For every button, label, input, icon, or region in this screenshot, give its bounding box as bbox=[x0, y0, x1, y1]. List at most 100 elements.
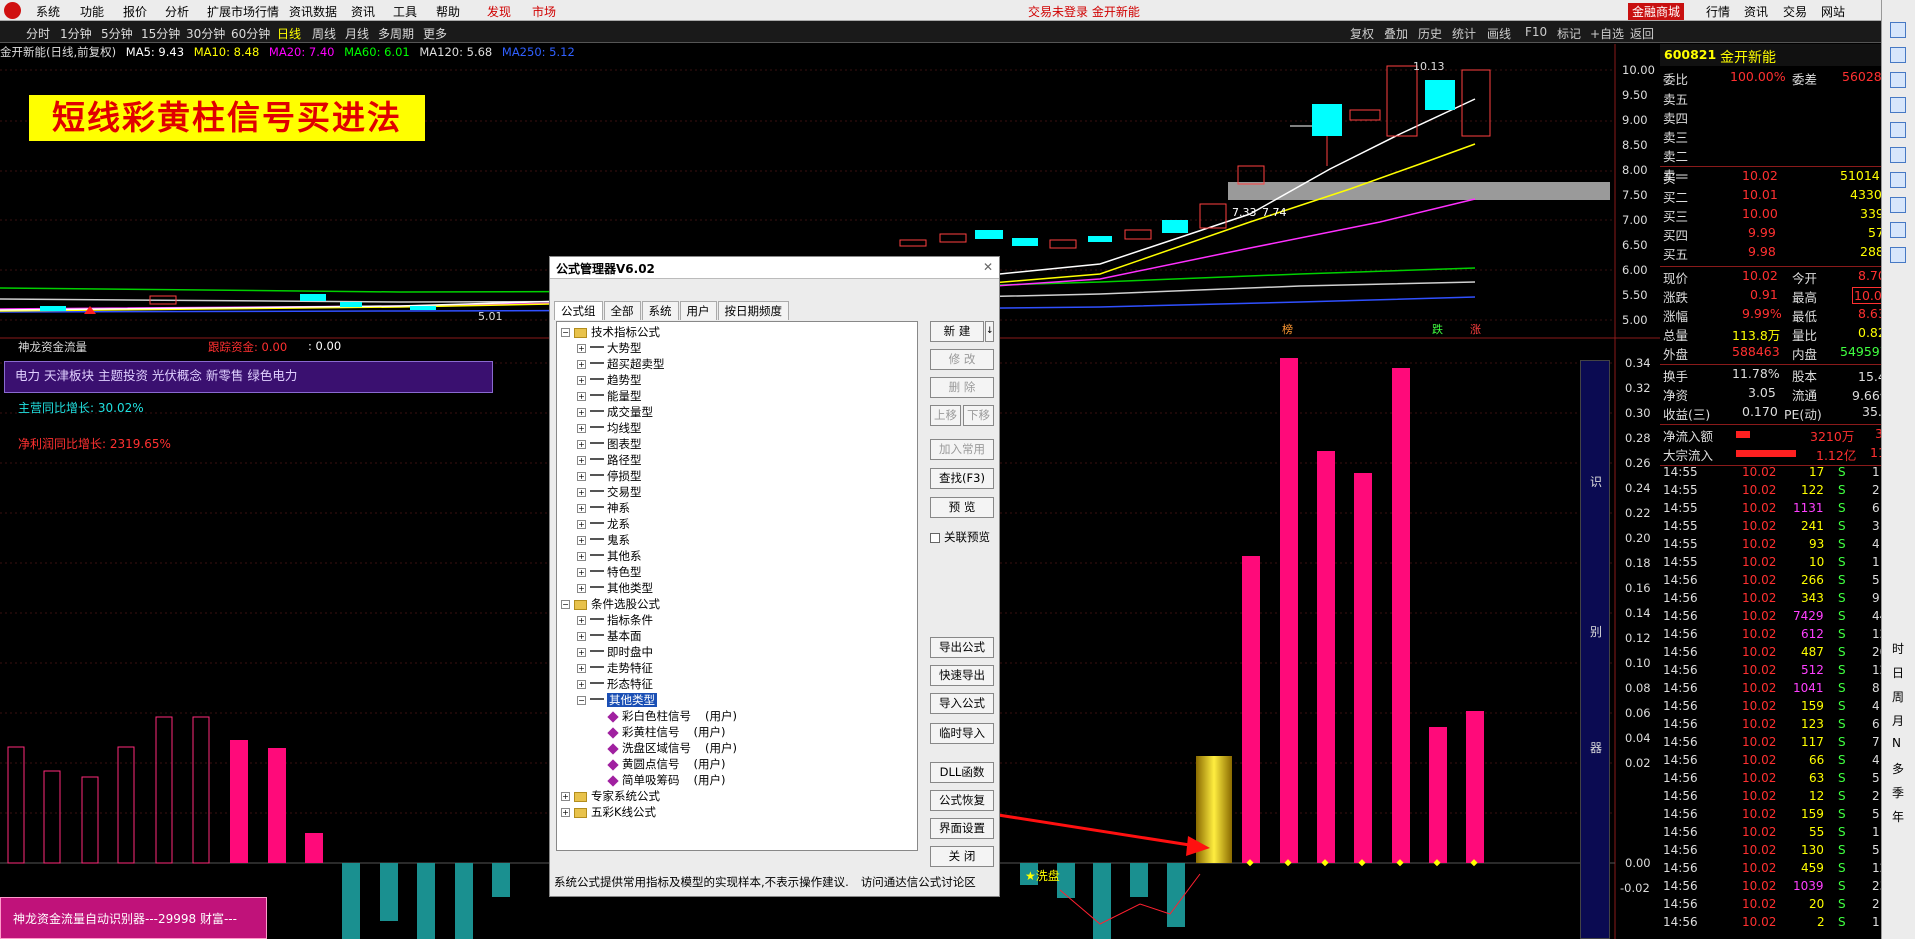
tree-item[interactable]: + 其他系 bbox=[577, 548, 642, 564]
toolbar-icon[interactable] bbox=[1890, 172, 1906, 188]
move-up-button[interactable]: 上移 bbox=[930, 405, 961, 426]
formula-tree[interactable]: − 技术指标公式 + 大势型 + 超买超卖型 + 趋势型 + 能量型 + 成交量型 + 均线型… bbox=[556, 321, 918, 851]
tree-item[interactable]: + 指标条件 bbox=[577, 612, 653, 628]
dll-button[interactable]: DLL函数 bbox=[930, 762, 994, 783]
btn-f10[interactable]: F10 bbox=[1525, 25, 1547, 39]
tab-30min[interactable]: 30分钟 bbox=[186, 25, 225, 42]
tree-item[interactable]: + 停损型 bbox=[577, 468, 642, 484]
menu-market[interactable]: 市场 bbox=[532, 3, 556, 20]
tree-item[interactable]: + 能量型 bbox=[577, 388, 642, 404]
menu-info-data[interactable]: 资讯数据 bbox=[289, 3, 337, 20]
toolbar-icon[interactable] bbox=[1890, 97, 1906, 113]
login-status[interactable]: 交易未登录 金开新能 bbox=[1028, 3, 1140, 20]
toolbar-icon[interactable] bbox=[1890, 247, 1906, 263]
tree-item[interactable]: + 超买超卖型 bbox=[577, 356, 665, 372]
find-button[interactable]: 查找(F3) bbox=[930, 468, 994, 489]
period-shortcut[interactable]: 月 bbox=[1892, 712, 1904, 729]
tree-item[interactable]: + 形态特征 bbox=[577, 676, 653, 692]
toolbar-icon[interactable] bbox=[1890, 122, 1906, 138]
close-icon[interactable]: ✕ bbox=[983, 260, 993, 274]
tab-more[interactable]: 更多 bbox=[423, 25, 447, 42]
tree-item[interactable]: + 图表型 bbox=[577, 436, 642, 452]
tree-item[interactable]: + 大势型 bbox=[577, 340, 642, 356]
tab-5min[interactable]: 5分钟 bbox=[101, 25, 133, 42]
tab-60min[interactable]: 60分钟 bbox=[231, 25, 270, 42]
period-shortcut[interactable]: 年 bbox=[1892, 808, 1904, 825]
btn-stats[interactable]: 统计 bbox=[1452, 25, 1476, 42]
toolbar-icon[interactable] bbox=[1890, 197, 1906, 213]
tree-group-kline[interactable]: + 五彩K线公式 bbox=[561, 804, 656, 820]
period-shortcut[interactable]: 周 bbox=[1892, 688, 1904, 705]
tree-item[interactable]: + 趋势型 bbox=[577, 372, 642, 388]
restore-button[interactable]: 公式恢复 bbox=[930, 790, 994, 811]
link-preview-checkbox[interactable]: 关联预览 bbox=[930, 529, 990, 545]
tab-formula-group[interactable]: 公式组 bbox=[554, 301, 603, 320]
menu-system[interactable]: 系统 bbox=[36, 3, 60, 20]
tab-1min[interactable]: 1分钟 bbox=[60, 25, 92, 42]
tab-monthly[interactable]: 月线 bbox=[345, 25, 369, 42]
tree-item[interactable]: + 均线型 bbox=[577, 420, 642, 436]
formula-item[interactable]: 彩白色柱信号 (用户) bbox=[607, 708, 737, 724]
tree-item[interactable]: + 交易型 bbox=[577, 484, 642, 500]
formula-manager-dialog[interactable]: 公式管理器V6.02 ✕ 公式组 全部 系统 用户 按日期频度 − 技术指标公式 + 大势型… bbox=[549, 256, 1000, 897]
new-button[interactable]: 新 建 bbox=[930, 321, 984, 342]
tree-item[interactable]: + 成交量型 bbox=[577, 404, 653, 420]
tab-user[interactable]: 用户 bbox=[679, 301, 717, 320]
modify-button[interactable]: 修 改 bbox=[930, 349, 994, 370]
nav-quote[interactable]: 行情 bbox=[1706, 3, 1730, 20]
tree-group-tech[interactable]: − 技术指标公式 bbox=[561, 324, 660, 340]
formula-item[interactable]: 洗盘区域信号 (用户) bbox=[607, 740, 737, 756]
btn-back[interactable]: 返回 bbox=[1630, 25, 1654, 42]
preview-button[interactable]: 预 览 bbox=[930, 497, 994, 518]
delete-button[interactable]: 删 除 bbox=[930, 377, 994, 398]
period-shortcut[interactable]: 多 bbox=[1892, 760, 1904, 777]
toolbar-icon[interactable] bbox=[1890, 22, 1906, 38]
tree-item[interactable]: + 特色型 bbox=[577, 564, 642, 580]
menu-ext-market[interactable]: 扩展市场行情 bbox=[207, 3, 279, 20]
toolbar-icon[interactable] bbox=[1890, 147, 1906, 163]
btn-adjust[interactable]: 复权 bbox=[1350, 25, 1374, 42]
tab-by-date[interactable]: 按日期频度 bbox=[717, 301, 789, 320]
fast-export-button[interactable]: 快速导出 bbox=[930, 665, 994, 686]
tree-item[interactable]: + 其他类型 bbox=[577, 580, 653, 596]
nav-info[interactable]: 资讯 bbox=[1744, 3, 1768, 20]
tree-item[interactable]: + 路径型 bbox=[577, 452, 642, 468]
tree-item[interactable]: + 走势特征 bbox=[577, 660, 653, 676]
tab-intraday[interactable]: 分时 bbox=[26, 25, 50, 42]
btn-mark[interactable]: 标记 bbox=[1557, 25, 1581, 42]
temp-import-button[interactable]: 临时导入 bbox=[930, 723, 994, 744]
period-shortcut[interactable]: N bbox=[1892, 736, 1901, 750]
tab-all[interactable]: 全部 bbox=[603, 301, 641, 320]
tree-item[interactable]: + 即时盘中 bbox=[577, 644, 653, 660]
btn-history[interactable]: 历史 bbox=[1418, 25, 1442, 42]
btn-draw[interactable]: 画线 bbox=[1487, 25, 1511, 42]
menu-info[interactable]: 资讯 bbox=[351, 3, 375, 20]
new-dropdown-icon[interactable]: ↓ bbox=[985, 321, 994, 342]
btn-overlay[interactable]: 叠加 bbox=[1384, 25, 1408, 42]
toolbar-icon[interactable] bbox=[1890, 222, 1906, 238]
menu-function[interactable]: 功能 bbox=[80, 3, 104, 20]
tab-system[interactable]: 系统 bbox=[641, 301, 679, 320]
add-favorite-button[interactable]: 加入常用 bbox=[930, 439, 994, 460]
tab-weekly[interactable]: 周线 bbox=[312, 25, 336, 42]
period-shortcut[interactable]: 季 bbox=[1892, 784, 1904, 801]
toolbar-icon[interactable] bbox=[1890, 72, 1906, 88]
tree-group-expert[interactable]: + 专家系统公式 bbox=[561, 788, 660, 804]
mall-link[interactable]: 金融商城 bbox=[1628, 3, 1685, 20]
formula-item[interactable]: 简单吸筹码 (用户) bbox=[607, 772, 725, 788]
tree-item[interactable]: + 龙系 bbox=[577, 516, 630, 532]
tab-daily[interactable]: 日线 bbox=[277, 25, 301, 42]
tree-item[interactable]: + 鬼系 bbox=[577, 532, 630, 548]
tab-15min[interactable]: 15分钟 bbox=[141, 25, 180, 42]
nav-trade[interactable]: 交易 bbox=[1783, 3, 1807, 20]
export-button[interactable]: 导出公式 bbox=[930, 637, 994, 658]
forum-link[interactable]: 访问通达信公式讨论区 bbox=[861, 875, 976, 889]
import-button[interactable]: 导入公式 bbox=[930, 693, 994, 714]
tree-item[interactable]: + 神系 bbox=[577, 500, 630, 516]
move-down-button[interactable]: 下移 bbox=[963, 405, 994, 426]
nav-website[interactable]: 网站 bbox=[1821, 3, 1845, 20]
tree-item-selected[interactable]: − 其他类型 bbox=[577, 692, 657, 708]
btn-add-watch[interactable]: +自选 bbox=[1590, 25, 1624, 42]
period-shortcut[interactable]: 日 bbox=[1892, 664, 1904, 681]
toolbar-icon[interactable] bbox=[1890, 47, 1906, 63]
